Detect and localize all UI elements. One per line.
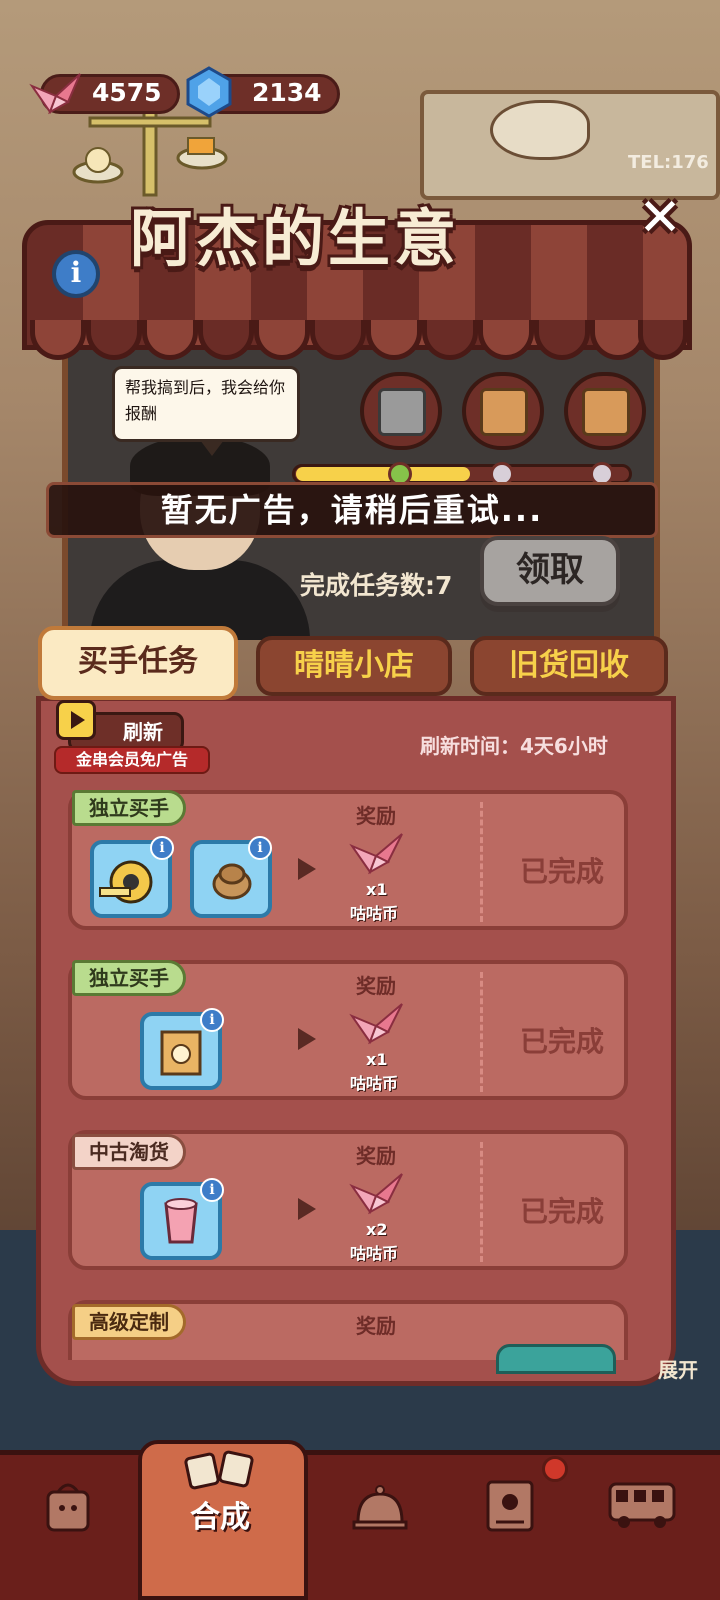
blue-gem-icon <box>186 66 232 118</box>
toast-message: 暂无广告，请稍后重试... <box>46 482 658 538</box>
tab-buyer-tasks[interactable]: 买手任务 <box>38 626 238 700</box>
tab-qingqing-shop[interactable]: 晴晴小店 <box>256 636 452 696</box>
cardboard-box-icon <box>480 388 528 436</box>
bag-icon[interactable] <box>44 1478 92 1534</box>
nav-merge-label: 合成 <box>190 1500 250 1535</box>
task-status: 已完成 <box>520 1025 605 1058</box>
item-info-icon[interactable]: i <box>248 836 272 860</box>
reward-label: 奖励 <box>356 1144 396 1168</box>
claim-button[interactable]: 领取 <box>480 536 620 606</box>
reward-quantity: x2 <box>366 1220 388 1239</box>
close-button[interactable]: ✕ <box>632 192 688 248</box>
reward-label: 奖励 <box>356 804 396 828</box>
arrow-right-icon <box>298 1198 316 1220</box>
reward-quantity: x1 <box>366 1050 388 1069</box>
task-progress-fill <box>296 467 470 481</box>
bus-icon[interactable] <box>606 1480 678 1530</box>
paper-crane-icon <box>349 1003 403 1045</box>
service-bell-icon[interactable] <box>352 1482 408 1532</box>
item-info-icon[interactable]: i <box>200 1178 224 1202</box>
cardboard-box-icon <box>582 388 630 436</box>
gray-box-icon <box>378 388 426 436</box>
task-action-button[interactable] <box>496 1344 616 1374</box>
info-button[interactable]: i <box>52 250 100 298</box>
reward-name: 咕咕币 <box>350 1244 399 1263</box>
crane-coin-value: 4575 <box>92 78 162 107</box>
reward-quantity: x1 <box>366 880 388 899</box>
gem-value: 2134 <box>252 78 322 107</box>
task-tag: 高级定制 <box>72 1304 186 1340</box>
reward-label: 奖励 <box>356 1314 396 1338</box>
background-tel-text: TEL:176 <box>628 152 709 173</box>
task-tag: 中古淘货 <box>72 1134 186 1170</box>
paper-crane-icon <box>349 1173 403 1215</box>
play-video-icon <box>56 700 96 740</box>
tab-recycle[interactable]: 旧货回收 <box>470 636 668 696</box>
item-info-icon[interactable]: i <box>150 836 174 860</box>
arrow-right-icon <box>298 1028 316 1050</box>
reward-box-2[interactable] <box>462 372 544 450</box>
reward-box-3[interactable] <box>564 372 646 450</box>
fish-sign-icon <box>490 100 590 160</box>
task-tag: 独立买手 <box>72 960 186 996</box>
reward-label: 奖励 <box>356 974 396 998</box>
paper-crane-icon <box>349 833 403 875</box>
notification-dot <box>542 1456 568 1482</box>
reward-name: 咕咕币 <box>350 1074 399 1093</box>
merge-icon <box>184 1450 254 1490</box>
expand-label[interactable]: 展开 <box>658 1354 698 1383</box>
completed-task-count: 完成任务数:7 <box>300 571 453 600</box>
reward-box-1[interactable] <box>360 372 442 450</box>
npc-speech-bubble: 帮我搞到后，我会给你报酬 <box>112 366 300 442</box>
task-tag: 独立买手 <box>72 790 186 826</box>
paper-crane-icon <box>29 73 81 115</box>
reward-name: 咕咕币 <box>350 904 399 923</box>
task-status: 已完成 <box>520 1195 605 1228</box>
arrow-right-icon <box>298 858 316 880</box>
refresh-time: 刷新时间：4天6小时 <box>420 734 608 758</box>
vip-no-ads-badge: 金串会员免广告 <box>54 746 210 774</box>
speech-bubble-tail <box>200 440 224 456</box>
panel-title: 阿杰的生意 <box>130 202 461 275</box>
map-icon[interactable] <box>484 1478 536 1534</box>
item-info-icon[interactable]: i <box>200 1008 224 1032</box>
task-status: 已完成 <box>520 855 605 888</box>
